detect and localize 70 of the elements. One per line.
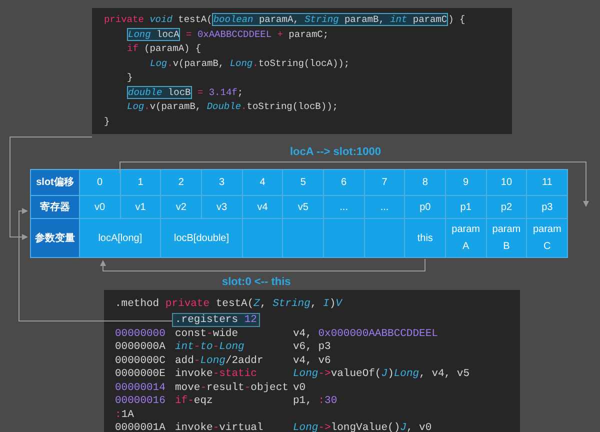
operands-text: v0 [293, 382, 306, 395]
code-line: if (paramA) { [127, 42, 202, 56]
operands-text: v4, v6 [293, 354, 331, 368]
instruction-text: add-Long/2addr [175, 354, 264, 368]
table-cell: v2 [161, 196, 201, 218]
code-line: Log.v(paramB, Long.toString(locA)); [150, 56, 350, 70]
address-text: 0000000E [115, 368, 166, 382]
operands-text: Long->valueOf(J)Long, v4, v5 [293, 368, 470, 382]
table-cell [283, 219, 323, 257]
table-cell [364, 219, 404, 257]
table-cell: p0 [405, 196, 445, 218]
row-header: slot偏移 [31, 170, 79, 195]
row-header: 参数变量 [31, 219, 79, 257]
table-cell: v3 [202, 196, 242, 218]
table-cell: v0 [80, 196, 120, 218]
table-cell: param A [446, 219, 486, 257]
code-line: Log.v(paramB, Double.toString(locB)); [127, 100, 338, 114]
address-text: 00000016 [115, 395, 166, 408]
operands-text: v4, 0x000000AABBCCDDEEL [293, 328, 438, 341]
table-cell: 3 [202, 170, 242, 195]
operands-text: p1, :30 [293, 395, 338, 408]
table-cell: locA[long] [80, 219, 160, 257]
table-cell [324, 219, 364, 257]
table-cell: p2 [486, 196, 526, 218]
arrow-label: locA --> slot:1000 [290, 145, 381, 160]
address-text: 00000014 [115, 382, 166, 395]
table-cell: this [405, 219, 445, 257]
table-cell: 8 [405, 170, 445, 195]
method-signature: .method private testA(Z, String, I)V [115, 298, 342, 312]
operands-text: Long->longValue()J, v0 [293, 422, 432, 432]
code-line: } [104, 114, 110, 128]
row-header: 寄存器 [31, 196, 79, 218]
operands-text: v6, p3 [293, 341, 331, 354]
table-cell: param C [527, 219, 567, 257]
table-cell: ... [364, 196, 404, 218]
arrow-label: slot:0 <-- this [222, 275, 291, 290]
instruction-text: invoke-static [175, 368, 257, 382]
table-cell: param B [486, 219, 526, 257]
address-text: 0000000C [115, 354, 166, 368]
address-text: 0000000A [115, 341, 166, 354]
table-cell [242, 219, 282, 257]
table-cell: 5 [283, 170, 323, 195]
instruction-text: invoke-virtual [175, 422, 264, 432]
registers-directive: .registers 12 [172, 312, 260, 326]
table-cell: 0 [80, 170, 120, 195]
instruction-text: move-result-object [175, 382, 288, 395]
table-cell: 9 [446, 170, 486, 195]
table-cell: 6 [324, 170, 364, 195]
table-cell: 2 [161, 170, 201, 195]
table-cell: v5 [283, 196, 323, 218]
table-cell: v1 [120, 196, 160, 218]
instruction-text: const-wide [175, 328, 238, 341]
table-cell: 11 [527, 170, 567, 195]
code-line: } [127, 71, 133, 85]
instruction-text: if-eqz [175, 395, 213, 408]
code-line: private void testA(boolean paramA, String paramB, int paramC) { [104, 13, 466, 28]
code-line: double locB = 3.14f; [127, 86, 244, 100]
table-cell: 7 [364, 170, 404, 195]
table-cell: v4 [242, 196, 282, 218]
address-text: 00000000 [115, 328, 166, 341]
address-text: 0000001A [115, 422, 166, 432]
table-cell: 4 [242, 170, 282, 195]
address-text: :1A [115, 408, 134, 422]
table-cell: ... [324, 196, 364, 218]
table-cell: 1 [120, 170, 160, 195]
table-cell: locB[double] [161, 219, 242, 257]
instruction-text: int-to-Long [175, 341, 244, 354]
table-cell: p3 [527, 196, 567, 218]
table-cell: 10 [486, 170, 526, 195]
table-cell: p1 [446, 196, 486, 218]
